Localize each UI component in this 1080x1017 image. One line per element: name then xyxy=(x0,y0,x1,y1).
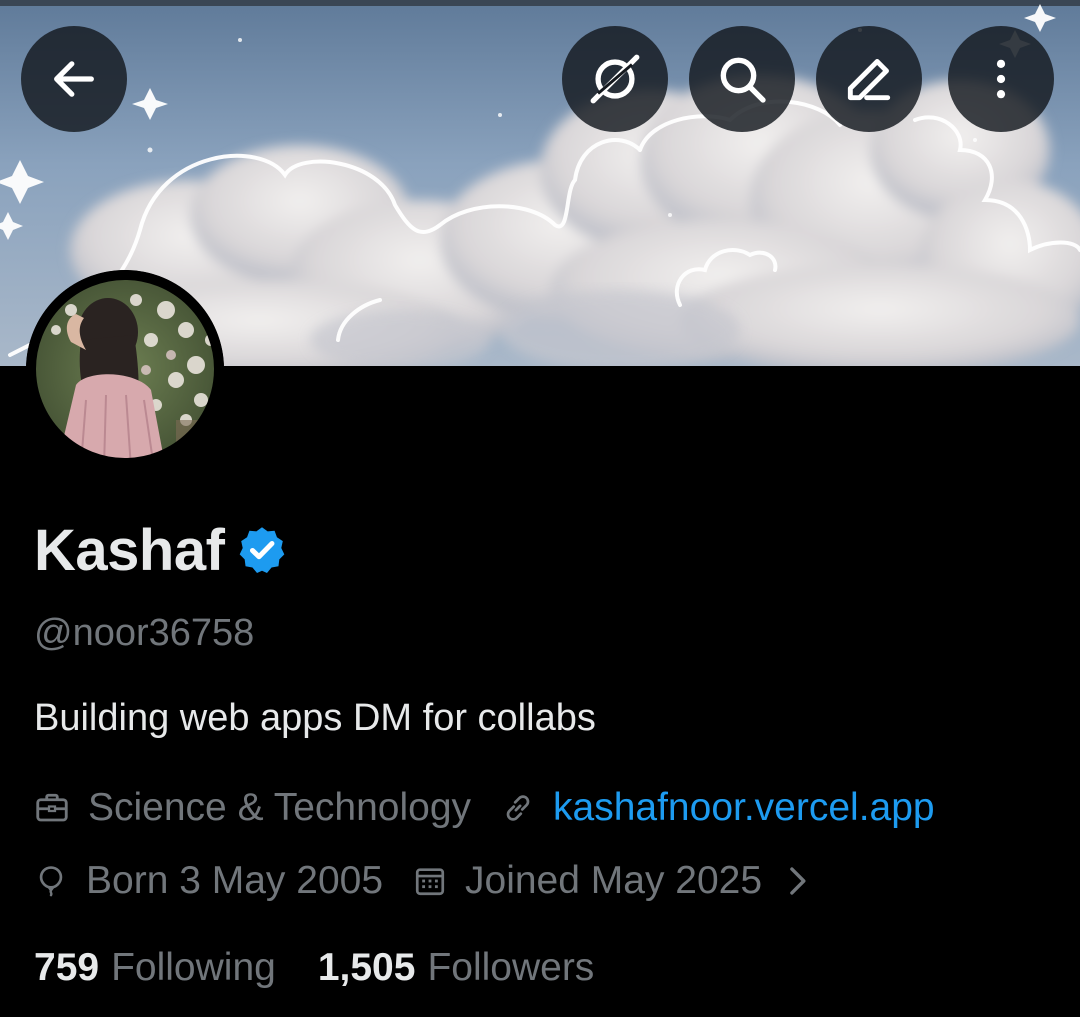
search-button[interactable] xyxy=(689,26,795,132)
following-link[interactable]: 759 Following xyxy=(34,946,276,990)
back-button[interactable] xyxy=(21,26,127,132)
profile-stats: 759 Following 1,505 Followers xyxy=(34,940,594,996)
grok-icon xyxy=(590,54,640,104)
verified-badge-icon[interactable] xyxy=(236,524,288,576)
profile-meta-row: Science & Technology kashafnoor.vercel.a… xyxy=(34,780,935,836)
following-label: Following xyxy=(111,946,276,989)
followers-label: Followers xyxy=(427,946,595,989)
more-vertical-icon xyxy=(996,59,1006,99)
profile-birthday: Born 3 May 2005 xyxy=(34,859,383,903)
category-text: Science & Technology xyxy=(88,786,472,829)
arrow-left-icon xyxy=(54,61,94,97)
following-count: 759 xyxy=(34,946,100,989)
followers-link[interactable]: 1,505 Followers xyxy=(318,946,594,990)
profile-handle: @noor36758 xyxy=(34,612,255,654)
profile-page: Kashaf @noor36758 Building web apps DM f… xyxy=(0,0,1080,1017)
avatar[interactable] xyxy=(26,270,224,468)
grok-button[interactable] xyxy=(562,26,668,132)
joined-text: Joined May 2025 xyxy=(465,859,763,902)
profile-category: Science & Technology xyxy=(34,786,471,830)
search-icon xyxy=(720,57,766,103)
profile-meta-row-2[interactable]: Born 3 May 2005 Joined May 2025 xyxy=(34,853,828,909)
edit-profile-button[interactable] xyxy=(816,26,922,132)
pencil-icon xyxy=(847,59,891,101)
profile-joined[interactable]: Joined May 2025 xyxy=(413,859,828,903)
followers-count: 1,505 xyxy=(317,946,416,989)
link-icon xyxy=(506,795,530,821)
profile-website[interactable]: kashafnoor.vercel.app xyxy=(501,786,935,830)
avatar-image xyxy=(26,270,224,468)
birthday-text: Born 3 May 2005 xyxy=(86,859,384,902)
profile-bio: Building web apps DM for collabs xyxy=(34,697,596,739)
calendar-icon xyxy=(415,868,445,896)
name-row: Kashaf xyxy=(34,512,288,588)
display-name: Kashaf xyxy=(34,517,225,583)
more-options-button[interactable] xyxy=(948,26,1054,132)
briefcase-icon xyxy=(36,793,68,822)
chevron-right-icon[interactable] xyxy=(784,864,810,898)
balloon-icon xyxy=(39,866,63,897)
website-link[interactable]: kashafnoor.vercel.app xyxy=(553,786,935,830)
